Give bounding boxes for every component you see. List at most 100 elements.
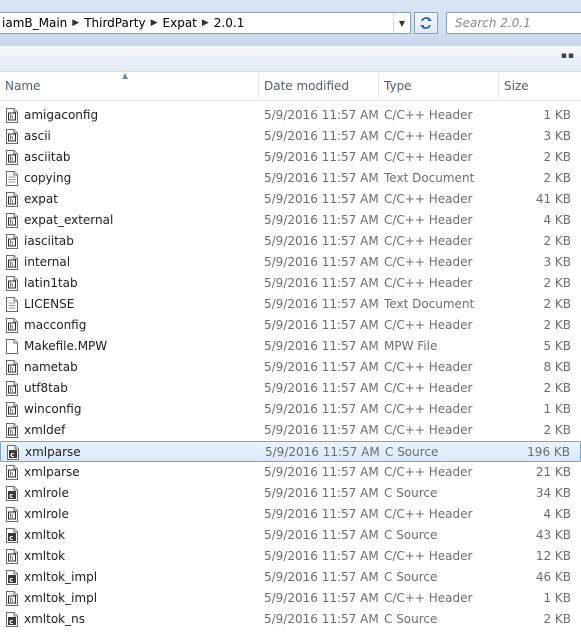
column-header-name[interactable]: Name ▲ bbox=[0, 71, 258, 100]
header-file-icon: h bbox=[6, 192, 18, 207]
file-row[interactable]: h xmlparse 5/9/2016 11:57 AM C/C++ Header 21… bbox=[0, 462, 581, 483]
file-row[interactable]: h xmltok_impl 5/9/2016 11:57 AM C/C++ Heade… bbox=[0, 588, 581, 609]
text-file-icon bbox=[6, 297, 18, 312]
refresh-button[interactable] bbox=[414, 12, 438, 34]
file-type: C/C++ Header bbox=[384, 465, 473, 479]
file-row[interactable]: h utf8tab 5/9/2016 11:57 AM C/C++ Header 2 K… bbox=[0, 378, 581, 399]
file-size: 12 KB bbox=[535, 549, 571, 563]
file-row[interactable]: h iasciitab 5/9/2016 11:57 AM C/C++ Header 2… bbox=[0, 231, 581, 252]
file-type: C/C++ Header bbox=[384, 549, 473, 563]
file-row[interactable]: h xmlrole 5/9/2016 11:57 AM C/C++ Header 4 K… bbox=[0, 504, 581, 525]
svg-text:h: h bbox=[10, 156, 14, 163]
header-file-icon: h bbox=[6, 234, 18, 249]
breadcrumb-separator-icon[interactable]: ▶ bbox=[200, 18, 211, 28]
breadcrumb-item[interactable]: iamB_Main bbox=[0, 16, 70, 30]
file-row[interactable]: Makefile.MPW 5/9/2016 11:57 AM MPW File 5 K… bbox=[0, 336, 581, 357]
file-row[interactable]: h amigaconfig 5/9/2016 11:57 AM C/C++ Heade… bbox=[0, 105, 581, 126]
file-type: C/C++ Header bbox=[384, 213, 473, 227]
address-dropdown-button[interactable]: ▼ bbox=[393, 13, 410, 33]
file-date-modified: 5/9/2016 11:57 AM bbox=[264, 465, 379, 479]
file-date-modified: 5/9/2016 11:57 AM bbox=[264, 339, 379, 353]
file-row[interactable]: c xmlrole 5/9/2016 11:57 AM C Source 34 KB bbox=[0, 483, 581, 504]
svg-text:c: c bbox=[9, 618, 13, 626]
file-size: 5 KB bbox=[543, 339, 571, 353]
file-name: xmlrole bbox=[24, 486, 69, 500]
file-date-modified: 5/9/2016 11:57 AM bbox=[264, 549, 379, 563]
breadcrumb-separator-icon[interactable]: ▶ bbox=[149, 18, 160, 28]
file-name: xmltok_ns bbox=[24, 612, 85, 626]
file-size: 2 KB bbox=[543, 150, 571, 164]
file-date-modified: 5/9/2016 11:57 AM bbox=[264, 129, 379, 143]
file-name: copying bbox=[24, 171, 72, 185]
file-row[interactable]: h winconfig 5/9/2016 11:57 AM C/C++ Header 1… bbox=[0, 399, 581, 420]
file-row[interactable]: h internal 5/9/2016 11:57 AM C/C++ Header 3 … bbox=[0, 252, 581, 273]
file-date-modified: 5/9/2016 11:57 AM bbox=[264, 423, 379, 437]
file-size: 2 KB bbox=[543, 171, 571, 185]
file-row[interactable]: c xmlparse 5/9/2016 11:57 AM C Source 196 KB bbox=[0, 441, 581, 462]
file-row[interactable]: h expat_external 5/9/2016 11:57 AM C/C++ He… bbox=[0, 210, 581, 231]
file-row[interactable]: h xmltok 5/9/2016 11:57 AM C/C++ Header 12 K… bbox=[0, 546, 581, 567]
command-bar: ▪▪ bbox=[0, 46, 581, 72]
file-row[interactable]: c xmltok_impl 5/9/2016 11:57 AM C Source 46 … bbox=[0, 567, 581, 588]
file-date-modified: 5/9/2016 11:57 AM bbox=[264, 171, 379, 185]
file-row[interactable]: h latin1tab 5/9/2016 11:57 AM C/C++ Header 2… bbox=[0, 273, 581, 294]
breadcrumb-separator-icon[interactable]: ▶ bbox=[70, 18, 81, 28]
file-row[interactable]: c xmltok 5/9/2016 11:57 AM C Source 43 KB bbox=[0, 525, 581, 546]
file-size: 196 KB bbox=[527, 445, 570, 459]
blank-file-icon bbox=[6, 339, 18, 354]
breadcrumb: iamB_Main ▶ ThirdParty ▶ Expat ▶ 2.0.1 bbox=[0, 16, 393, 30]
svg-text:h: h bbox=[10, 198, 14, 205]
file-size: 2 KB bbox=[543, 423, 571, 437]
file-date-modified: 5/9/2016 11:57 AM bbox=[264, 255, 379, 269]
file-row[interactable]: h asciitab 5/9/2016 11:57 AM C/C++ Header 2 … bbox=[0, 147, 581, 168]
search-input[interactable]: Search 2.0.1 bbox=[446, 12, 581, 34]
file-date-modified: 5/9/2016 11:57 AM bbox=[264, 276, 379, 290]
file-name: asciitab bbox=[24, 150, 71, 164]
more-options-icon[interactable]: ▪▪ bbox=[561, 51, 575, 61]
column-header-size[interactable]: Size bbox=[499, 72, 581, 100]
file-size: 3 KB bbox=[543, 255, 571, 269]
file-name: internal bbox=[24, 255, 71, 269]
file-row[interactable]: h ascii 5/9/2016 11:57 AM C/C++ Header 3 KB bbox=[0, 126, 581, 147]
file-row[interactable]: h nametab 5/9/2016 11:57 AM C/C++ Header 8 K… bbox=[0, 357, 581, 378]
file-name: ascii bbox=[24, 129, 51, 143]
svg-text:h: h bbox=[10, 408, 14, 415]
file-type: Text Document bbox=[384, 297, 475, 311]
file-type: C/C++ Header bbox=[384, 402, 473, 416]
file-date-modified: 5/9/2016 11:57 AM bbox=[264, 360, 379, 374]
file-row[interactable]: h xmldef 5/9/2016 11:57 AM C/C++ Header 2 KB bbox=[0, 420, 581, 441]
breadcrumb-item[interactable]: 2.0.1 bbox=[211, 16, 248, 30]
file-name: nametab bbox=[24, 360, 78, 374]
address-bar[interactable]: iamB_Main ▶ ThirdParty ▶ Expat ▶ 2.0.1 ▼ bbox=[0, 12, 411, 34]
file-name: Makefile.MPW bbox=[24, 339, 108, 353]
file-name: LICENSE bbox=[24, 297, 75, 311]
column-header-name-label: Name bbox=[5, 79, 41, 93]
file-name: xmltok_impl bbox=[24, 570, 98, 584]
file-date-modified: 5/9/2016 11:57 AM bbox=[265, 445, 380, 459]
file-type: C Source bbox=[384, 528, 438, 542]
file-row[interactable]: h expat 5/9/2016 11:57 AM C/C++ Header 41 KB bbox=[0, 189, 581, 210]
file-name: utf8tab bbox=[24, 381, 68, 395]
header-file-icon: h bbox=[6, 591, 18, 606]
header-file-icon: h bbox=[6, 465, 18, 480]
breadcrumb-item[interactable]: Expat bbox=[160, 16, 200, 30]
file-row[interactable]: LICENSE 5/9/2016 11:57 AM Text Document 2 K… bbox=[0, 294, 581, 315]
breadcrumb-item[interactable]: ThirdParty bbox=[81, 16, 148, 30]
file-type: C/C++ Header bbox=[384, 360, 473, 374]
column-header-type[interactable]: Type bbox=[379, 72, 498, 100]
svg-text:h: h bbox=[10, 513, 14, 520]
file-row[interactable]: h macconfig 5/9/2016 11:57 AM C/C++ Header 2… bbox=[0, 315, 581, 336]
file-type: C/C++ Header bbox=[384, 150, 473, 164]
column-header-date[interactable]: Date modified bbox=[259, 72, 378, 100]
file-type: Text Document bbox=[384, 171, 475, 185]
file-type: C/C++ Header bbox=[384, 255, 473, 269]
svg-text:h: h bbox=[10, 471, 14, 478]
file-date-modified: 5/9/2016 11:57 AM bbox=[264, 612, 379, 626]
file-size: 2 KB bbox=[543, 234, 571, 248]
file-row[interactable]: copying 5/9/2016 11:57 AM Text Document 2 K… bbox=[0, 168, 581, 189]
text-file-icon bbox=[6, 171, 18, 186]
file-row[interactable]: c xmltok_ns 5/9/2016 11:57 AM C Source 2 KB bbox=[0, 609, 581, 630]
header-file-icon: h bbox=[6, 360, 18, 375]
file-type: C Source bbox=[384, 486, 438, 500]
file-type: C/C++ Header bbox=[384, 108, 473, 122]
